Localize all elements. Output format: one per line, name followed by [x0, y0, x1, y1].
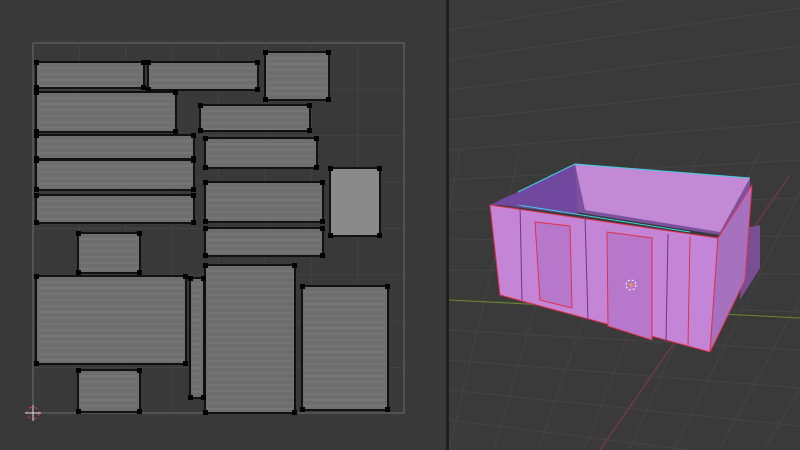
uv-island[interactable]: [188, 276, 206, 400]
crate-front-panel-right: [606, 231, 653, 341]
crate-front-panel-left: [534, 221, 573, 309]
uv-island[interactable]: [203, 136, 319, 170]
uv-island[interactable]: [146, 60, 260, 92]
uv-island[interactable]: [34, 193, 196, 225]
uv-island[interactable]: [263, 50, 331, 102]
uv-island[interactable]: [34, 60, 146, 90]
uv-canvas[interactable]: [0, 0, 446, 450]
grid-line: [449, 0, 625, 31]
grid-line: [449, 329, 800, 351]
grid-line: [718, 298, 800, 450]
3d-viewport[interactable]: [449, 0, 800, 450]
grid-line: [449, 419, 689, 450]
uv-island[interactable]: [203, 263, 297, 415]
2d-cursor-icon[interactable]: [25, 405, 41, 421]
grid-line: [449, 121, 800, 151]
viewport-canvas[interactable]: [449, 0, 800, 450]
uv-island[interactable]: [34, 158, 196, 192]
uv-island[interactable]: [76, 368, 142, 414]
grid-line: [449, 389, 800, 427]
uv-editor[interactable]: [0, 0, 446, 450]
uv-island[interactable]: [34, 274, 188, 366]
uv-island[interactable]: [34, 133, 196, 161]
grid-line: [449, 359, 800, 389]
uv-island[interactable]: [76, 231, 142, 275]
grid-line: [449, 83, 800, 121]
uv-island[interactable]: [203, 180, 325, 224]
grid-line: [763, 388, 800, 450]
uv-island[interactable]: [300, 284, 390, 412]
uv-island[interactable]: [198, 103, 312, 133]
uv-island[interactable]: [328, 166, 382, 238]
uv-island[interactable]: [203, 226, 325, 258]
uv-island[interactable]: [34, 90, 178, 134]
